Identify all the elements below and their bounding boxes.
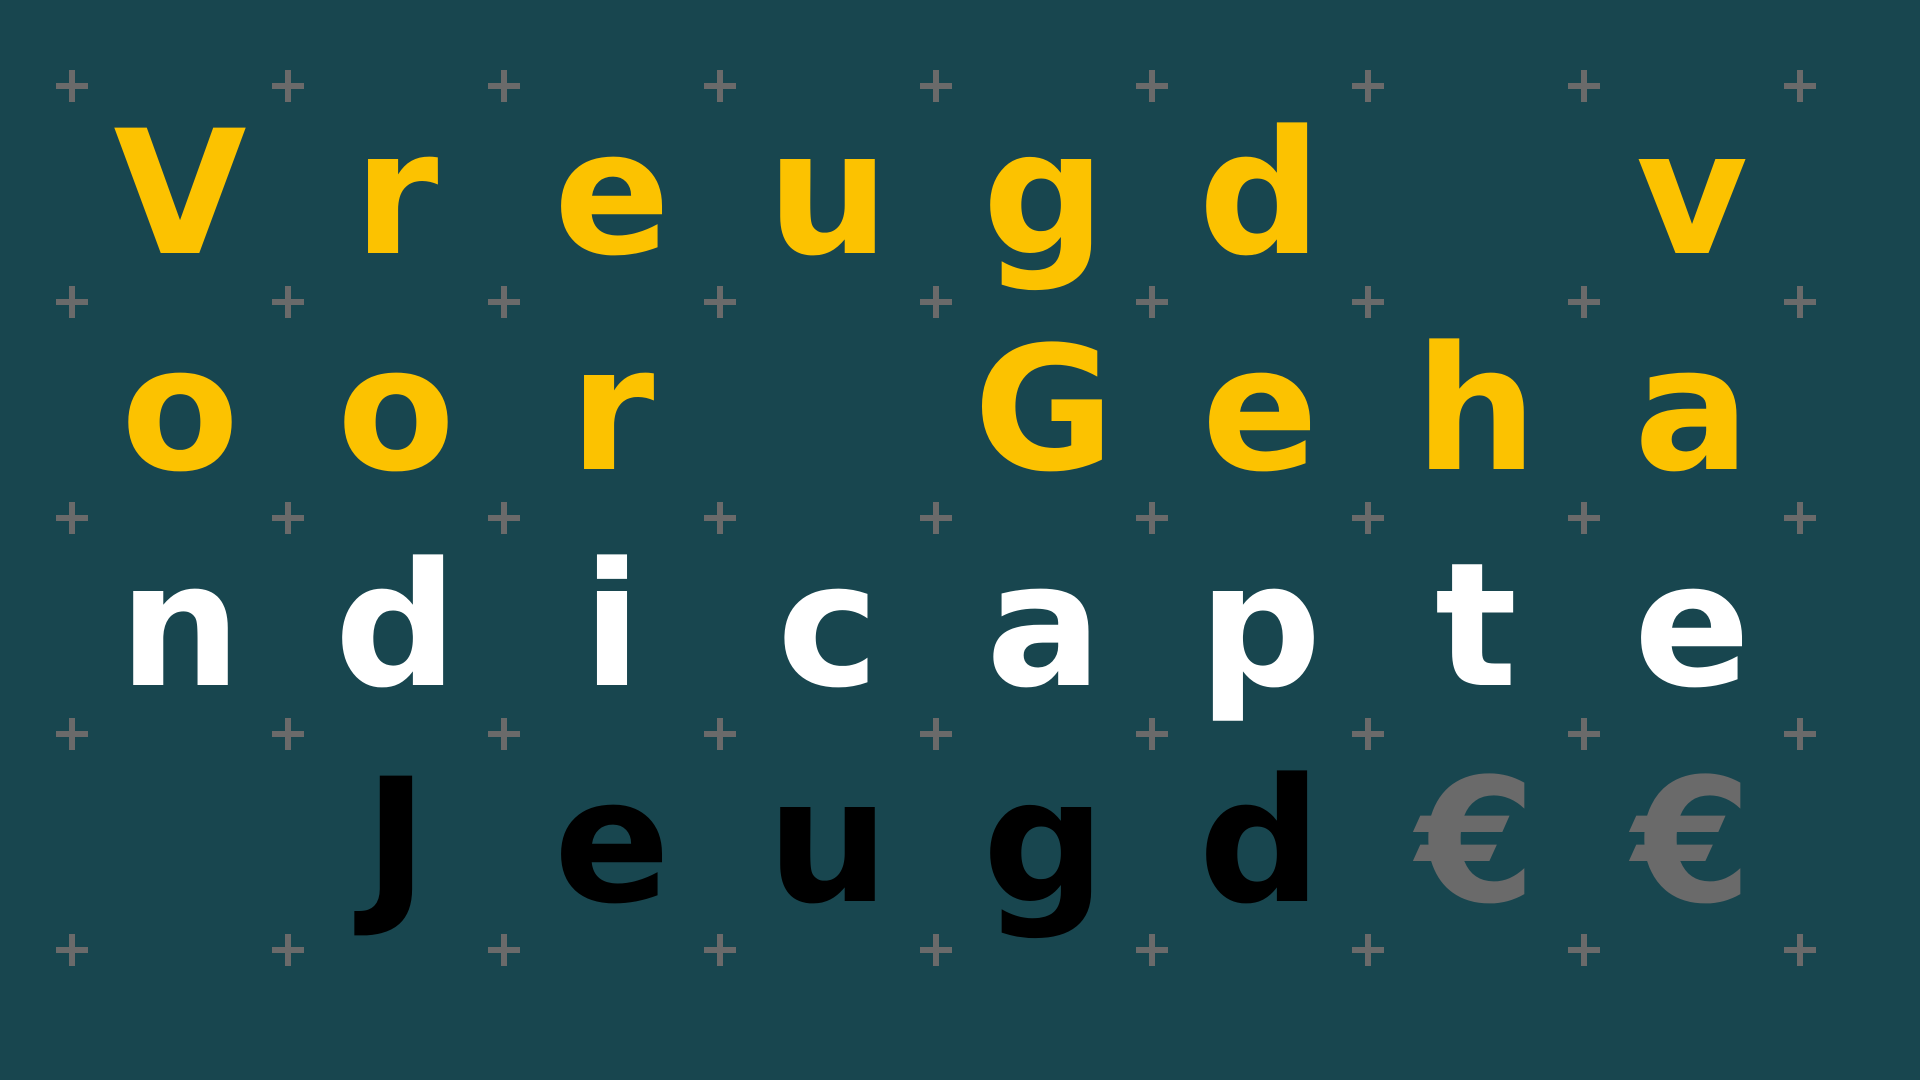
grid-letter-r0-c0: V (113, 93, 247, 294)
grid-letter-r0-c7: v (1635, 93, 1749, 294)
grid-letter-r2-c3: c (777, 525, 879, 726)
grid-letter-r0-c4: g (982, 93, 1106, 294)
plus-icon (56, 934, 88, 966)
grid-letter-r3-c1: J (364, 741, 428, 942)
grid-letter-r3-c4: g (982, 741, 1106, 942)
grid-letter-r2-c4: a (985, 525, 1103, 726)
grid-letter-r3-c7: € (1632, 741, 1752, 942)
grid-letter-r2-c2: i (582, 525, 642, 726)
grid-letter-r1-c4: G (973, 309, 1115, 510)
letter-grid-canvas: Vr e u g d v o o r Ge h a n d i c a p t e Je u g d € € (0, 0, 1920, 1080)
grid-letter-r2-c6: t (1434, 525, 1518, 726)
grid-letter-r3-c2: e (553, 741, 671, 942)
grid-letter-r3-c3: u (766, 741, 890, 942)
grid-letter-r3-c6: € (1416, 741, 1536, 942)
grid-letter-r3-c5: d (1198, 741, 1322, 942)
grid-letter-r0-c1: r (353, 93, 439, 294)
grid-letter-r2-c7: e (1633, 525, 1751, 726)
grid-letter-r2-c0: n (118, 525, 242, 726)
grid-letter-r1-c6: h (1414, 309, 1538, 510)
grid-letter-r1-c2: r (569, 309, 655, 510)
grid-letter-r0-c2: e (553, 93, 671, 294)
grid-letter-r1-c0: o (120, 309, 240, 510)
grid-letter-r1-c1: o (336, 309, 456, 510)
grid-letter-r0-c5: d (1198, 93, 1322, 294)
grid-letter-r2-c1: d (334, 525, 458, 726)
grid-letter-r1-c7: a (1633, 309, 1751, 510)
grid-letter-r1-c5: e (1201, 309, 1319, 510)
grid-letter-r0-c3: u (766, 93, 890, 294)
grid-letter-r2-c5: p (1198, 525, 1322, 726)
